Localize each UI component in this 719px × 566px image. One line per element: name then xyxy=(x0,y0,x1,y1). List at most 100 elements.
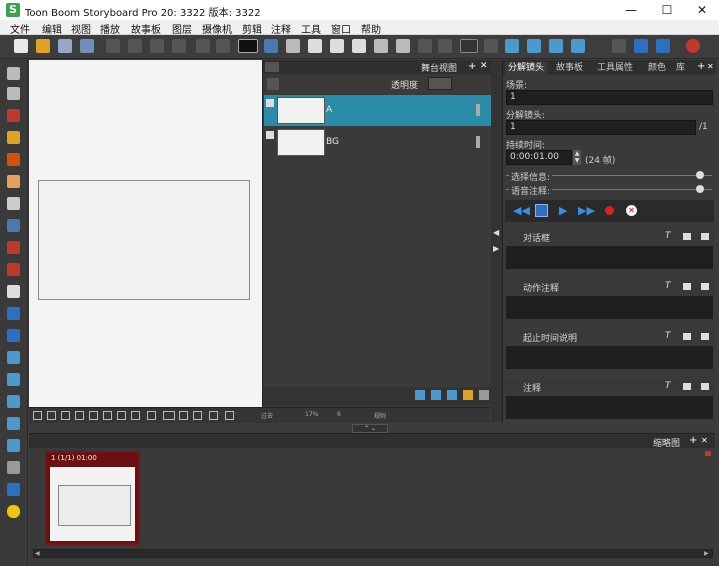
text-format-icon[interactable]: T xyxy=(665,231,671,241)
duplicate-panel-icon[interactable] xyxy=(527,39,541,53)
play-icon[interactable]: ▶ xyxy=(559,204,567,217)
text-format-icon[interactable]: T xyxy=(665,381,671,391)
panel-layout-icon[interactable] xyxy=(330,39,344,53)
menu-file[interactable]: 文件 xyxy=(10,21,30,36)
close-button[interactable]: ✕ xyxy=(685,0,719,20)
dialog-field[interactable] xyxy=(506,246,713,269)
aspect-icon[interactable] xyxy=(103,411,112,420)
eraser-tool-icon[interactable] xyxy=(7,175,20,188)
view-splitter-arrows[interactable]: ⌃ ⌄ xyxy=(352,424,388,433)
mask-icon[interactable] xyxy=(117,411,126,420)
thumbnails-scrollbar[interactable]: ◀ ▶ xyxy=(33,549,713,558)
close-tab-icon[interactable]: ✕ xyxy=(480,61,488,71)
duration-field[interactable]: 0:00:01.00 xyxy=(506,150,572,165)
prev-panel-icon[interactable] xyxy=(612,39,626,53)
note-icon[interactable] xyxy=(683,383,691,390)
panel-thumbnail[interactable]: 1 (1/1) 01:00 xyxy=(45,451,140,545)
layer-row-bg[interactable]: BG xyxy=(264,127,491,158)
paint-tool-icon[interactable] xyxy=(7,153,20,166)
text-tool-icon[interactable] xyxy=(7,197,20,210)
scene-field[interactable]: 1 xyxy=(506,90,713,105)
safe-area-icon[interactable] xyxy=(61,411,70,420)
add-panel-tab-icon[interactable]: + xyxy=(468,61,476,72)
add-vector-layer-icon[interactable] xyxy=(431,390,441,400)
camera-tool-icon[interactable] xyxy=(7,307,20,320)
add-tab-icon[interactable]: + xyxy=(689,435,697,446)
expand-note-icon[interactable] xyxy=(701,333,709,340)
timeline-icon[interactable] xyxy=(374,39,388,53)
slugging-header[interactable]: 起止时间说明 T xyxy=(505,330,714,344)
trash-icon[interactable] xyxy=(7,461,20,474)
save-as-icon[interactable] xyxy=(80,39,94,53)
panel-field[interactable]: 1 xyxy=(506,120,696,135)
link-icon[interactable] xyxy=(193,411,202,420)
rewind-icon[interactable]: ◀◀ xyxy=(513,204,530,217)
redo-icon[interactable] xyxy=(216,39,230,53)
voice-note-toggle[interactable]: 语音注释: xyxy=(509,184,553,197)
note-icon[interactable] xyxy=(683,283,691,290)
3d-icon[interactable] xyxy=(460,39,478,53)
voice-note-slider-icon[interactable] xyxy=(696,185,704,193)
visibility-icon[interactable] xyxy=(266,131,274,139)
tab-tool-properties[interactable]: 工具属性 xyxy=(594,62,636,75)
layer-lock-icon[interactable] xyxy=(476,104,480,116)
action-notes-header[interactable]: 动作注释 T xyxy=(505,280,714,294)
text-format-icon[interactable]: T xyxy=(665,331,671,341)
overlay-icon[interactable] xyxy=(131,411,140,420)
add-layer-icon[interactable] xyxy=(415,390,425,400)
menu-annotation[interactable]: 注释 xyxy=(271,21,291,36)
grid-toggle-icon[interactable] xyxy=(75,411,84,420)
zoom-step[interactable]: 6 xyxy=(337,411,341,418)
transform-tool-icon[interactable] xyxy=(7,329,20,342)
pencil-tool-icon[interactable] xyxy=(7,131,20,144)
note-icon[interactable] xyxy=(683,233,691,240)
menu-camera[interactable]: 摄像机 xyxy=(202,21,232,36)
go-to-panel-icon[interactable] xyxy=(656,39,670,53)
tab-library[interactable]: 库 xyxy=(673,62,688,75)
layout-icon[interactable] xyxy=(308,39,322,53)
record-icon[interactable] xyxy=(686,39,700,53)
expand-note-icon[interactable] xyxy=(701,383,709,390)
fill-tool-icon[interactable] xyxy=(7,241,20,254)
shape-tool-icon[interactable] xyxy=(7,219,20,232)
flip-icon[interactable] xyxy=(225,411,234,420)
split-panel-icon[interactable] xyxy=(549,39,563,53)
text-format-icon[interactable]: T xyxy=(665,281,671,291)
contour-editor-icon[interactable] xyxy=(7,87,20,100)
menu-help[interactable]: 帮助 xyxy=(361,21,381,36)
menu-play[interactable]: 播放 xyxy=(100,21,120,36)
opacity-field[interactable] xyxy=(428,77,452,90)
layer-lock-icon[interactable] xyxy=(476,136,480,148)
zoom-level[interactable]: 17% xyxy=(305,411,318,418)
menu-storyboard[interactable]: 故事板 xyxy=(131,21,161,36)
menu-layer[interactable]: 图层 xyxy=(172,21,192,36)
menu-tools[interactable]: 工具 xyxy=(301,21,321,36)
thumbnail-layout-icon[interactable] xyxy=(352,39,366,53)
import-icon[interactable] xyxy=(463,390,473,400)
new-project-icon[interactable] xyxy=(14,39,28,53)
display-mode-icon[interactable] xyxy=(238,39,258,53)
close-tab-icon[interactable]: ✕ xyxy=(701,436,708,445)
menu-edit[interactable]: 编辑 xyxy=(42,21,62,36)
delete-icon[interactable] xyxy=(172,39,186,53)
onion-icon[interactable] xyxy=(33,411,42,420)
duration-stepper[interactable]: ▲ ▼ xyxy=(573,150,581,165)
tip-bulb-icon[interactable] xyxy=(7,505,20,518)
forward-icon[interactable]: ▶▶ xyxy=(578,204,595,217)
stage-view-tab[interactable]: 舞台视图 xyxy=(421,61,457,74)
stop-icon[interactable] xyxy=(535,204,548,217)
expand-note-icon[interactable] xyxy=(701,283,709,290)
tab-panel[interactable]: 分解镜头 xyxy=(505,62,548,75)
maximize-button[interactable]: ☐ xyxy=(650,0,684,20)
select-tool-icon[interactable] xyxy=(7,67,20,80)
view-mode-select[interactable]: 规则 xyxy=(374,411,386,420)
hand-tool-icon[interactable] xyxy=(7,285,20,298)
add-tab-icon[interactable]: + xyxy=(697,61,705,72)
thumbnails-tab[interactable]: 缩略图 xyxy=(653,436,680,449)
3d-rotate-icon[interactable] xyxy=(484,39,498,53)
copy-icon[interactable] xyxy=(128,39,142,53)
brush-tool-icon[interactable] xyxy=(7,109,20,122)
next-panel-icon[interactable] xyxy=(634,39,648,53)
undo-icon[interactable] xyxy=(196,39,210,53)
add-panel-icon[interactable] xyxy=(505,39,519,53)
